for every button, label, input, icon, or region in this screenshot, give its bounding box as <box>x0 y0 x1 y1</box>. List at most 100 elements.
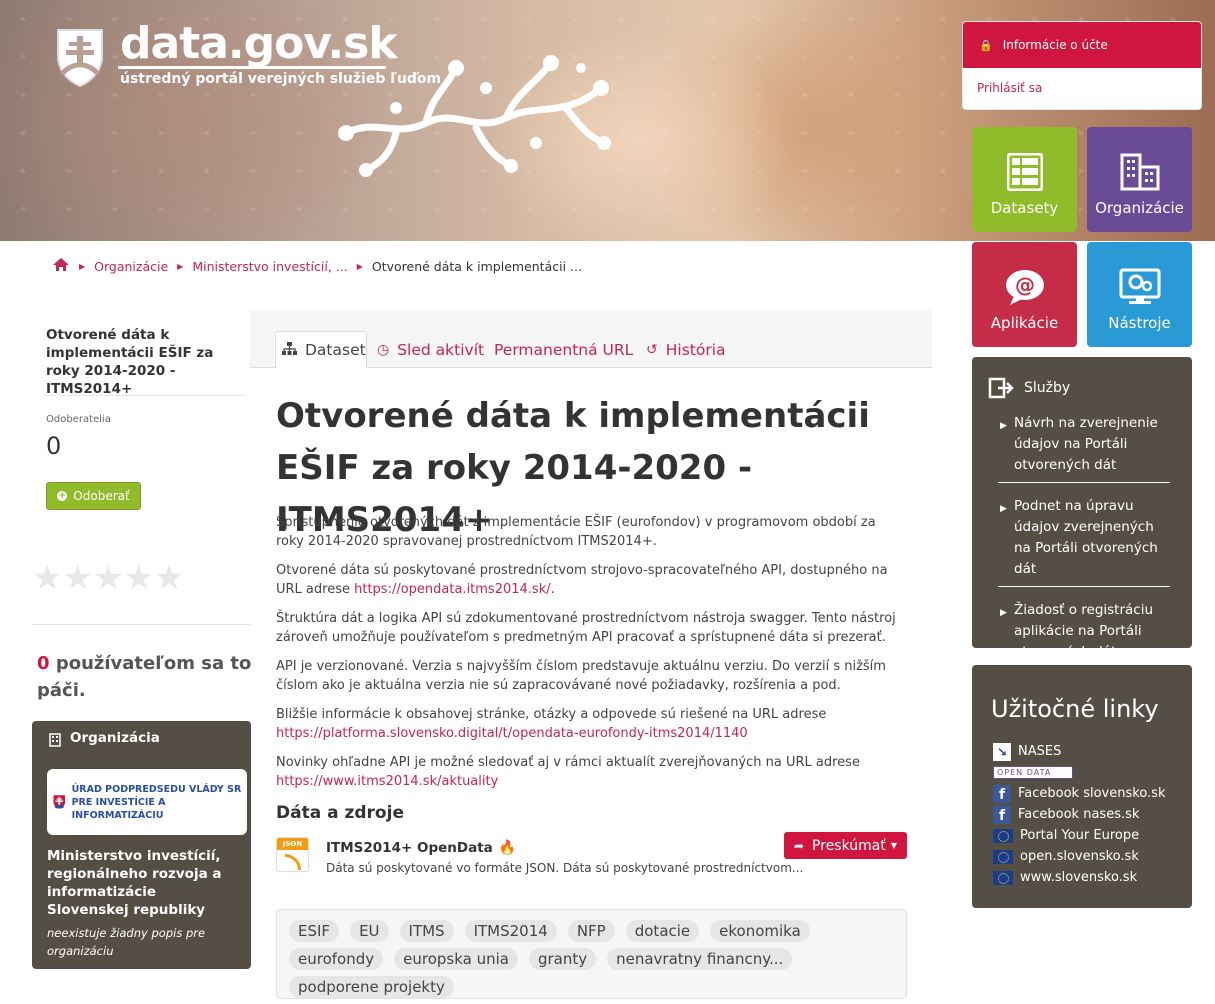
tag[interactable]: europska unia <box>394 948 518 970</box>
service-item[interactable]: ▶ Podnet na úpravu údajov zverejnených na… <box>998 492 1170 587</box>
json-format-icon[interactable]: JSON <box>276 837 309 872</box>
tag[interactable]: podporene projekty <box>289 976 454 998</box>
aktuality-link[interactable]: https://www.itms2014.sk/aktuality <box>276 774 498 789</box>
home-icon[interactable] <box>52 257 70 275</box>
tile-datasets-label: Datasety <box>990 199 1059 217</box>
link-your-europe[interactable]: Portal Your Europe <box>972 825 1192 846</box>
services-share-icon <box>988 377 1014 399</box>
facebook-icon: f <box>993 784 1011 803</box>
divider <box>46 395 246 396</box>
breadcrumb-organizations[interactable]: Organizácie <box>94 259 168 274</box>
tag[interactable]: dotacie <box>625 920 700 942</box>
tile-datasets[interactable]: Datasety <box>972 127 1077 232</box>
fire-icon: 🔥 <box>498 840 517 856</box>
tag[interactable]: ITMS2014 <box>464 920 557 942</box>
link-facebook-slovensko[interactable]: f Facebook slovensko.sk <box>972 783 1192 804</box>
tile-applications[interactable]: @ Aplikácie <box>972 242 1077 347</box>
tile-organizations[interactable]: Organizácie <box>1087 127 1192 232</box>
tag[interactable]: EU <box>350 920 389 942</box>
services-title: Služby <box>1024 380 1071 396</box>
description-paragraph: Štruktúra dát a logika API sú zdokumento… <box>276 611 896 645</box>
eu-flag-icon <box>993 849 1013 864</box>
sitemap-icon <box>282 341 297 359</box>
breadcrumb-separator-icon: ▶ <box>356 261 363 271</box>
account-header: 🔒 Informácie o účte <box>963 22 1201 68</box>
breadcrumb: ▶ Organizácie ▶ Ministerstvo investícií,… <box>52 256 582 276</box>
breadcrumb-ministry[interactable]: Ministerstvo investícií, ... <box>192 259 347 274</box>
organization-box: Organizácia ÚRAD PODPREDSEDU VLÁDY SR PR… <box>32 721 251 969</box>
tab-permalink[interactable]: Permanentná URL <box>488 331 639 368</box>
lock-icon: 🔒 <box>979 38 993 52</box>
platforma-link[interactable]: https://platforma.slovensko.digital/t/op… <box>276 726 748 741</box>
services-panel: Služby ▶ Návrh na zverejnenie údajov na P… <box>972 357 1192 660</box>
facebook-icon: f <box>993 805 1011 824</box>
link-open-slovensko[interactable]: open.slovensko.sk <box>972 846 1192 867</box>
caret-down-icon: ▼ <box>890 841 898 850</box>
services-header: Služby <box>972 357 1192 407</box>
opendata-api-link[interactable]: https://opendata.itms2014.sk/ <box>354 582 551 597</box>
tag[interactable]: ekonomika <box>710 920 810 942</box>
sidebar-dataset-title: Otvorené dáta k implementácii EŠIF za ro… <box>46 327 214 397</box>
breadcrumb-separator-icon: ▶ <box>177 261 184 271</box>
organization-box-header: Organizácia <box>32 721 251 769</box>
chevron-right-icon: ▶ <box>1000 421 1007 431</box>
share-arrow-icon: ➦ <box>793 838 805 853</box>
description-paragraph: Sprístupnenie otvorených dát z implement… <box>276 515 876 549</box>
tag[interactable]: NFP <box>567 920 615 942</box>
tile-tools[interactable]: Nástroje <box>1087 242 1192 347</box>
useful-links-panel: Užitočné linky ↘ NASES OPEN DATA f Faceboo… <box>972 665 1192 908</box>
service-item[interactable]: ▶ Návrh na zverejnenie údajov na Portáli … <box>998 409 1170 483</box>
tab-dataset[interactable]: Dataset <box>275 331 367 369</box>
clock-icon: ◷ <box>377 341 390 358</box>
divider <box>32 624 251 625</box>
datasets-icon <box>1006 153 1043 191</box>
eu-flag-icon <box>993 828 1013 843</box>
description-paragraph: Novinky ohľadne API je možné sledovať aj… <box>276 755 860 789</box>
tile-organizations-label: Organizácie <box>1095 199 1184 217</box>
building-icon <box>49 733 61 747</box>
tags-box: ESIF EU ITMS ITMS2014 NFP dotacie ekonomika eur… <box>276 909 907 999</box>
tile-applications-label: Aplikácie <box>990 314 1059 332</box>
chevron-right-icon: ▶ <box>1000 608 1007 618</box>
resource-title[interactable]: ITMS2014+ OpenData 🔥 <box>326 840 516 856</box>
link-open-data[interactable]: OPEN DATA <box>972 762 1192 783</box>
organization-name[interactable]: Ministerstvo investícií, regionálneho ro… <box>32 835 251 919</box>
network-tree-graphic-icon <box>338 55 611 177</box>
followers-label: Odoberatelia <box>46 414 111 425</box>
eu-flag-icon <box>993 870 1013 885</box>
link-www-slovensko[interactable]: www.slovensko.sk <box>972 867 1192 888</box>
followers-count: 0 <box>46 432 62 460</box>
tab-history[interactable]: ↺ História <box>640 331 732 368</box>
explore-button[interactable]: ➦ Preskúmať ▼ <box>784 832 907 859</box>
tab-activity-stream[interactable]: ◷ Sled aktivít <box>371 331 490 368</box>
likes-count: 0 <box>37 653 50 674</box>
tag[interactable]: nenavratny financny... <box>607 948 793 970</box>
link-nases[interactable]: ↘ NASES <box>972 741 1192 762</box>
breadcrumb-separator-icon: ▶ <box>79 261 86 271</box>
nases-logo-icon: ↘ <box>993 742 1011 761</box>
service-item[interactable]: ▶ Žiadosť o registráciu aplikácie na Port… <box>998 596 1170 669</box>
follow-button[interactable]: + Odoberať <box>46 482 141 510</box>
link-facebook-nases[interactable]: f Facebook nases.sk <box>972 804 1192 825</box>
tile-tools-label: Nástroje <box>1108 314 1171 332</box>
tag[interactable]: ESIF <box>289 920 340 942</box>
slovak-coat-of-arms-icon <box>53 795 66 809</box>
resources-heading: Dáta a zdroje <box>276 803 404 823</box>
tag[interactable]: ITMS <box>399 920 454 942</box>
account-panel: 🔒 Informácie o účte Prihlásiť sa <box>962 21 1202 110</box>
tag[interactable]: granty <box>528 948 597 970</box>
organization-description: neexistuje žiadny popis pre organizáciu <box>47 926 206 958</box>
login-link[interactable]: Prihlásiť sa <box>963 68 1201 108</box>
description-paragraph: Bližšie informácie k obsahovej stránke, … <box>276 707 827 741</box>
useful-links-title: Užitočné linky <box>991 695 1159 723</box>
tag[interactable]: eurofondy <box>289 948 384 970</box>
organization-logo[interactable]: ÚRAD PODPREDSEDU VLÁDY SR PRE INVESTÍCIE… <box>47 769 247 835</box>
star-rating[interactable]: ★★★★★ <box>32 558 184 598</box>
building-icon <box>1120 153 1159 191</box>
description-paragraph: Otvorené dáta sú poskytované prostredníc… <box>276 563 888 597</box>
likes-text: 0 používateľom sa to páči. <box>37 653 252 701</box>
slovak-coat-of-arms-icon <box>57 29 103 88</box>
breadcrumb-current[interactable]: Otvorené dáta k implementácii ... <box>372 259 582 274</box>
resource-description: Dáta sú poskytované vo formáte JSON. Dát… <box>326 861 804 875</box>
svg-text:@: @ <box>1015 273 1035 297</box>
